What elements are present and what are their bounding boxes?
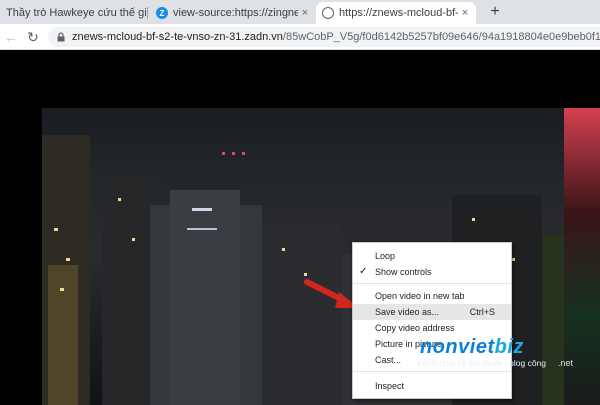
url-host: znews-mcloud-bf-s2-te-vnso-zn-31.zadn.vn — [72, 31, 283, 43]
tab-hawkeye[interactable]: Thầy trò Hawkeye cứu thế giới tr — [0, 2, 146, 24]
menu-item-label: Save video as... — [375, 307, 440, 317]
menu-item-show-controls[interactable]: ✓ Show controls — [353, 264, 511, 280]
tab-close-icon[interactable]: × — [458, 7, 472, 19]
globe-icon — [322, 7, 334, 19]
tab-title: Thầy trò Hawkeye cứu thế giới tr — [6, 7, 146, 19]
browser-toolbar: ← → ↻ znews-mcloud-bf-s2-te-vnso-zn-31.z… — [0, 24, 600, 50]
tab-view-source[interactable]: Z view-source:https://zingnews.vn/ × — [150, 2, 316, 24]
menu-item-copy-video-address[interactable]: Copy video address — [353, 320, 511, 336]
menu-item-inspect[interactable]: Inspect — [353, 378, 511, 394]
menu-item-label: Cast... — [375, 355, 402, 365]
video-context-menu: Loop ✓ Show controls Open video in new t… — [352, 242, 512, 399]
menu-item-save-video[interactable]: Save video as... Ctrl+S — [353, 304, 511, 320]
logo-accent-text: biz — [494, 336, 524, 358]
tab-title: view-source:https://zingnews.vn/ — [173, 7, 298, 19]
tab-video[interactable]: https://znews-mcloud-bf-s2-te-v × — [316, 2, 476, 24]
menu-item-label: Copy video address — [375, 323, 455, 333]
menu-separator — [353, 371, 511, 372]
lock-icon — [57, 32, 65, 42]
menu-separator — [353, 283, 511, 284]
watermark-logo: nonvietbiz — [420, 336, 546, 359]
checkmark-icon: ✓ — [359, 266, 368, 277]
back-icon[interactable]: ← — [2, 28, 20, 46]
url-path: /85wCobP_V5g/f0d6142b5257bf09e646/94a191… — [282, 31, 600, 43]
menu-item-open-new-tab[interactable]: Open video in new tab — [353, 288, 511, 304]
logo-main-text: nonviet — [420, 336, 495, 358]
building — [102, 175, 154, 405]
tab-separator — [147, 7, 148, 19]
watermark-suffix: .net — [558, 358, 574, 368]
tab-strip: Thầy trò Hawkeye cứu thế giới tr Z view-… — [0, 0, 600, 24]
address-bar[interactable]: znews-mcloud-bf-s2-te-vnso-zn-31.zadn.vn… — [48, 27, 600, 47]
zing-favicon-icon: Z — [156, 7, 168, 19]
menu-item-loop[interactable]: Loop — [353, 248, 511, 264]
tab-close-icon[interactable]: × — [298, 7, 312, 19]
site-watermark: nonvietbiz Kênh chia sẻ thủ thuật - blog… — [417, 336, 573, 368]
tower-building — [170, 190, 240, 405]
lit-building — [48, 265, 78, 405]
menu-item-label: Show controls — [375, 267, 432, 277]
new-tab-button[interactable]: + — [486, 3, 504, 21]
menu-item-label: Loop — [375, 251, 396, 261]
building — [262, 225, 342, 405]
menu-item-label: Inspect — [375, 381, 405, 391]
reload-icon[interactable]: ↻ — [24, 28, 42, 46]
tab-title: https://znews-mcloud-bf-s2-te-v — [339, 7, 458, 19]
menu-item-label: Open video in new tab — [375, 291, 465, 301]
menu-item-shortcut: Ctrl+S — [469, 307, 495, 317]
watermark-tagline: Kênh chia sẻ thủ thuật - blog công — [417, 358, 547, 368]
